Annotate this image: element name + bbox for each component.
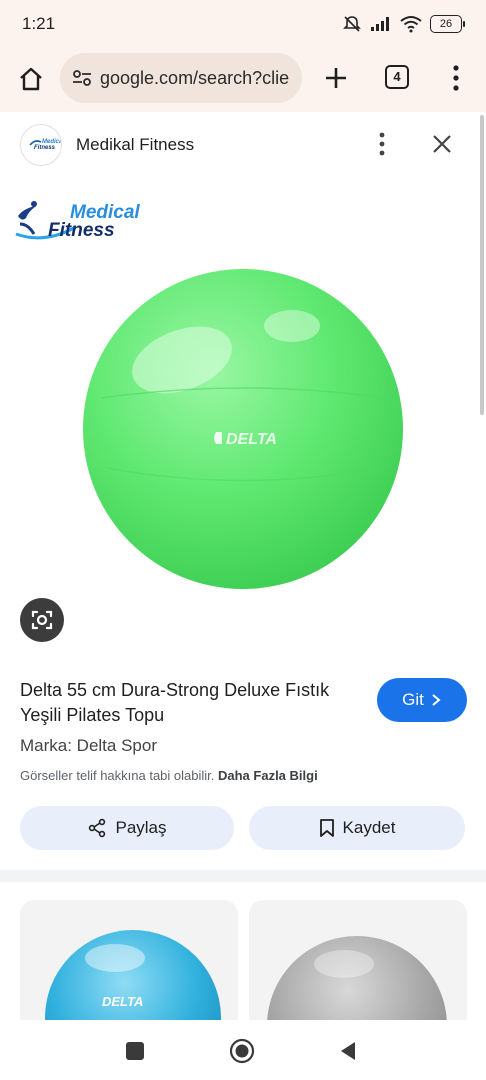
chevron-right-icon — [432, 694, 441, 706]
new-tab-icon[interactable] — [322, 64, 350, 92]
back-nav-icon[interactable] — [337, 1040, 359, 1062]
visit-button[interactable]: Git — [377, 678, 467, 722]
status-icons: 26 — [342, 12, 465, 36]
brand-line: Marka: Delta Spor — [20, 736, 157, 755]
source-avatar[interactable]: Medical Fitness — [20, 124, 62, 166]
ball-brand-text: DELTA — [226, 431, 277, 448]
overflow-menu-icon[interactable] — [446, 62, 466, 94]
related-ball-gray — [267, 936, 447, 1030]
url-bar[interactable]: google.com/search?clie — [60, 53, 302, 103]
system-nav-bar — [0, 1020, 486, 1080]
battery-indicator: 26 — [430, 15, 465, 33]
share-icon — [89, 818, 106, 838]
source-name[interactable]: Medikal Fitness — [76, 135, 194, 155]
copyright-text: Görseller telif hakkına tabi olabilir. — [20, 768, 215, 783]
recents-icon[interactable] — [126, 1042, 144, 1060]
product-title: Delta 55 cm Dura-Strong Deluxe Fıstık Ye… — [20, 680, 330, 725]
lens-icon — [31, 610, 53, 630]
site-settings-icon[interactable] — [70, 66, 94, 90]
visit-button-label: Git — [402, 690, 424, 709]
medical-fitness-logo: Medical Fitness — [15, 201, 140, 241]
home-nav-icon[interactable] — [229, 1038, 255, 1064]
status-time: 1:21 — [22, 14, 56, 33]
related-image-card[interactable] — [249, 900, 467, 1030]
signal-icon — [371, 17, 389, 31]
home-icon[interactable] — [16, 64, 46, 94]
related-images: DELTA — [0, 882, 486, 1030]
svg-text:Fitness: Fitness — [34, 145, 56, 151]
image-preview[interactable]: Medical Fitness DELTA — [0, 176, 486, 664]
related-ball-blue: DELTA — [45, 930, 221, 1030]
section-divider — [0, 870, 486, 882]
close-icon[interactable] — [430, 132, 454, 156]
url-text[interactable]: google.com/search?clie — [100, 68, 289, 89]
save-button[interactable]: Kaydet — [249, 806, 465, 850]
more-options-icon[interactable] — [372, 130, 392, 158]
save-label: Kaydet — [342, 818, 396, 837]
status-bar: 1:21 26 — [0, 0, 486, 48]
mute-bell-icon — [343, 16, 361, 32]
logo-text-bottom: Fitness — [48, 220, 115, 241]
related-brand-text: DELTA — [102, 994, 143, 1009]
tab-switcher-button[interactable]: 4 — [385, 65, 409, 89]
related-image-card[interactable]: DELTA — [20, 900, 238, 1030]
pilates-ball-image: DELTA — [83, 269, 403, 589]
share-button[interactable]: Paylaş — [20, 806, 234, 850]
source-header: Medical Fitness Medikal Fitness — [0, 112, 486, 176]
browser-toolbar: google.com/search?clie 4 — [0, 48, 486, 112]
copyright-notice: Görseller telif hakkına tabi olabilir. D… — [20, 768, 318, 783]
scrollbar-thumb[interactable] — [480, 115, 484, 415]
google-lens-button[interactable] — [20, 598, 64, 642]
wifi-icon — [400, 16, 422, 33]
share-label: Paylaş — [115, 818, 167, 837]
medical-fitness-favicon: Medical Fitness — [29, 139, 61, 151]
more-info-link[interactable]: Daha Fazla Bilgi — [218, 768, 318, 783]
bookmark-icon — [319, 819, 334, 837]
